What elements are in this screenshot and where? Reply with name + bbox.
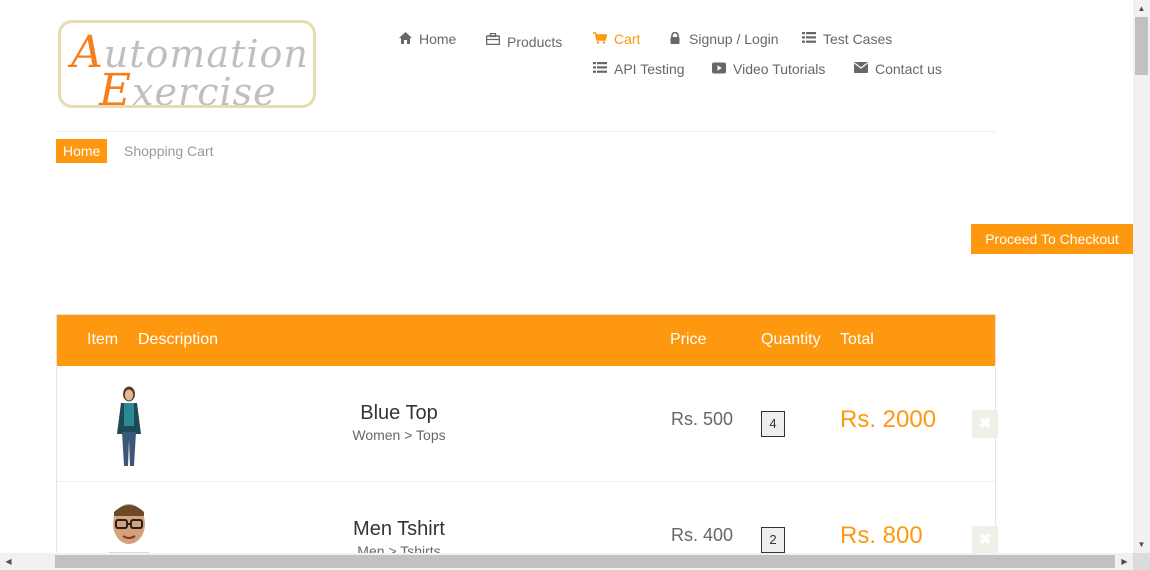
nav-signup-login[interactable]: Signup / Login (668, 31, 779, 47)
delete-item-button[interactable]: ✖ (972, 526, 998, 553)
nav-api-testing-label: API Testing (614, 61, 685, 77)
nav-test-cases[interactable]: Test Cases (802, 31, 892, 47)
nav-api-testing[interactable]: API Testing (593, 61, 685, 77)
nav-test-cases-label: Test Cases (823, 31, 893, 47)
horizontal-scroll-thumb[interactable] (55, 555, 1115, 568)
lock-icon (668, 31, 682, 47)
product-price: Rs. 400 (671, 525, 734, 545)
header-price: Price (670, 331, 707, 348)
product-category: Women > Tops (352, 427, 446, 443)
page: Automation Exercise Home Products Cart S… (0, 0, 1133, 553)
proceed-to-checkout-button[interactable]: Proceed To Checkout (971, 224, 1133, 254)
header-divider (56, 131, 996, 132)
quantity-box: 2 (761, 527, 785, 553)
product-image[interactable] (101, 384, 157, 468)
logo-line-2: Exercise (99, 65, 277, 108)
envelope-icon (854, 62, 868, 76)
nav-contact-label: Contact us (875, 61, 942, 77)
nav-cart-label: Cart (614, 31, 641, 47)
product-category: Men > Tshirts (357, 543, 441, 553)
shopping-cart-icon (593, 31, 608, 47)
horizontal-scrollbar[interactable]: ◀ ▶ (0, 553, 1133, 570)
header-quantity: Quantity (761, 331, 821, 348)
product-name[interactable]: Men Tshirt (317, 518, 481, 541)
product-total: Rs. 800 (840, 522, 923, 549)
youtube-play-icon (712, 62, 726, 77)
header-description: Description (138, 331, 219, 348)
quantity-box: 4 (761, 411, 785, 437)
nav-signup-label: Signup / Login (689, 31, 779, 47)
home-icon (398, 31, 412, 47)
cart-row: Blue Top Women > Tops Rs. 500 4 Rs. 2000… (57, 366, 998, 482)
site-logo[interactable]: Automation Exercise (58, 20, 316, 108)
scroll-left-icon[interactable]: ◀ (0, 553, 17, 570)
scrollbar-corner (1133, 553, 1150, 570)
product-image[interactable] (101, 500, 157, 553)
nav-products[interactable]: Products (485, 32, 563, 50)
cart-table-header: Item Description Price Quantity Total (57, 315, 995, 366)
nav-home-label: Home (419, 31, 457, 47)
briefcase-icon (485, 32, 501, 48)
cart-row: Men Tshirt Men > Tshirts Rs. 400 2 Rs. 8… (57, 482, 998, 553)
list-icon (593, 62, 607, 76)
product-name[interactable]: Blue Top (317, 402, 481, 425)
delete-item-button[interactable]: ✖ (972, 410, 998, 438)
nav-home[interactable]: Home (398, 31, 456, 47)
header-item: Item (87, 331, 119, 348)
product-total: Rs. 2000 (840, 406, 937, 433)
nav-products-label: Products (507, 34, 563, 50)
scroll-right-icon[interactable]: ▶ (1116, 553, 1133, 570)
vertical-scrollbar[interactable]: ▲ ▼ (1133, 0, 1150, 553)
close-icon: ✖ (978, 531, 992, 548)
scroll-down-icon[interactable]: ▼ (1133, 536, 1150, 553)
cart-table: Item Description Price Quantity Total Bl… (56, 314, 998, 553)
product-price: Rs. 500 (671, 409, 734, 429)
header-total: Total (840, 331, 874, 348)
nav-video-label: Video Tutorials (733, 61, 826, 77)
breadcrumb-current: Shopping Cart (124, 143, 214, 159)
scroll-up-icon[interactable]: ▲ (1133, 0, 1150, 17)
nav-contact-us[interactable]: Contact us (854, 61, 942, 77)
vertical-scroll-thumb[interactable] (1135, 17, 1148, 75)
close-icon: ✖ (978, 415, 992, 432)
list-icon (802, 32, 816, 46)
nav-video-tutorials[interactable]: Video Tutorials (712, 61, 825, 77)
nav-cart[interactable]: Cart (593, 31, 640, 47)
breadcrumb-home[interactable]: Home (56, 139, 108, 163)
